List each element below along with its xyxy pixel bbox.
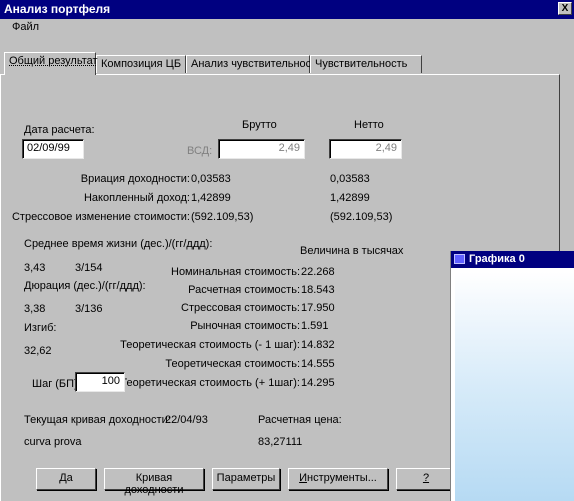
tools-button[interactable]: Инструменты... — [288, 468, 388, 490]
avg-life-yyddd: 3/154 — [75, 262, 103, 274]
value-label: Теоретическая стоимость (+ 1шаг): — [120, 377, 300, 389]
window-title: Анализ портфеля — [4, 2, 111, 16]
duration-label: Дюрация (дес.)/(гг/ддд): — [24, 280, 146, 292]
metric-netto: 0,03583 — [330, 173, 370, 185]
metric-label: Стрессовое изменение стоимости: — [11, 211, 190, 223]
duration-decimal: 3,38 — [24, 303, 46, 315]
tab-sensitivity[interactable]: Чувствительность — [310, 55, 422, 73]
value-label: Номинальная стоимость: — [171, 266, 300, 278]
graphics-window-title-bar[interactable]: Графика 0 — [451, 251, 574, 268]
values-header: Величина в тысячах — [300, 245, 404, 257]
brutto-header: Брутто — [242, 119, 277, 131]
curve-label: Текущая кривая доходности: — [24, 414, 171, 426]
tab-composition[interactable]: Композиция ЦБ — [96, 55, 186, 73]
tab-row: Общий результат Композиция ЦБ Анализ чув… — [0, 52, 574, 75]
curve-name: curva prova — [24, 436, 82, 448]
parameters-button[interactable]: Параметры — [212, 468, 280, 490]
avg-life-decimal: 3,43 — [24, 262, 46, 274]
metric-brutto: 0,03583 — [191, 173, 231, 185]
value-label: Теоретическая стоимость (- 1 шаг): — [120, 339, 300, 351]
netto-vsd-field: 2,49 — [329, 139, 402, 159]
convexity-label: Изгиб: — [24, 322, 57, 334]
avg-life-label: Среднее время жизни (дес.)/(гг/ддд): — [24, 238, 213, 250]
yield-curve-button[interactable]: Кривая доходности — [104, 468, 204, 496]
value-amount: 14.832 — [301, 339, 335, 351]
yes-button[interactable]: Да — [36, 468, 96, 490]
value-amount: 1.591 — [301, 320, 329, 332]
metric-brutto: (592.109,53) — [191, 211, 254, 223]
metric-brutto: 1,42899 — [191, 192, 231, 204]
value-label: Стрессовая стоимость: — [181, 302, 300, 314]
graphics-window-title: Графика 0 — [469, 253, 525, 265]
value-amount: 14.555 — [301, 358, 335, 370]
value-amount: 17.950 — [301, 302, 335, 314]
tab-overall-result[interactable]: Общий результат — [4, 52, 98, 75]
value-amount: 18.543 — [301, 284, 335, 296]
metric-label: Накопленный доход: — [83, 192, 190, 204]
window-title-bar: Анализ портфеля X — [0, 0, 574, 19]
metric-netto: (592.109,53) — [330, 211, 393, 223]
value-label: Расчетная стоимость: — [188, 284, 300, 296]
duration-yyddd: 3/136 — [75, 303, 103, 315]
value-amount: 14.295 — [301, 377, 335, 389]
menu-file[interactable]: Файл — [12, 21, 39, 33]
vsd-label: ВСД: — [187, 145, 213, 157]
brutto-vsd-field: 2,49 — [218, 139, 305, 159]
help-button[interactable]: ? — [396, 468, 456, 490]
price-label: Расчетная цена: — [258, 414, 342, 426]
value-label: Рыночная стоимость: — [190, 320, 300, 332]
convexity-value: 32,62 — [24, 345, 52, 357]
menu-bar: Файл — [0, 19, 574, 37]
metric-label: Вриация доходности: — [80, 173, 190, 185]
price-value: 83,27111 — [258, 436, 303, 448]
calc-date-input[interactable]: 02/09/99 — [22, 139, 84, 159]
close-button[interactable]: X — [558, 2, 572, 15]
step-label: Шаг (БП): — [32, 378, 81, 390]
value-amount: 22.268 — [301, 266, 335, 278]
value-label: Теоретическая стоимость: — [165, 358, 300, 370]
graphics-window[interactable]: Графика 0 — [450, 251, 574, 501]
graphics-canvas — [455, 272, 574, 501]
netto-header: Нетто — [354, 119, 384, 131]
tab-sensitivity-analysis[interactable]: Анализ чувствительности — [186, 55, 322, 73]
chart-icon — [454, 254, 465, 264]
metric-netto: 1,42899 — [330, 192, 370, 204]
step-input[interactable]: 100 — [75, 372, 125, 392]
calc-date-label: Дата расчета: — [24, 124, 95, 136]
curve-date: 22/04/93 — [165, 414, 208, 426]
